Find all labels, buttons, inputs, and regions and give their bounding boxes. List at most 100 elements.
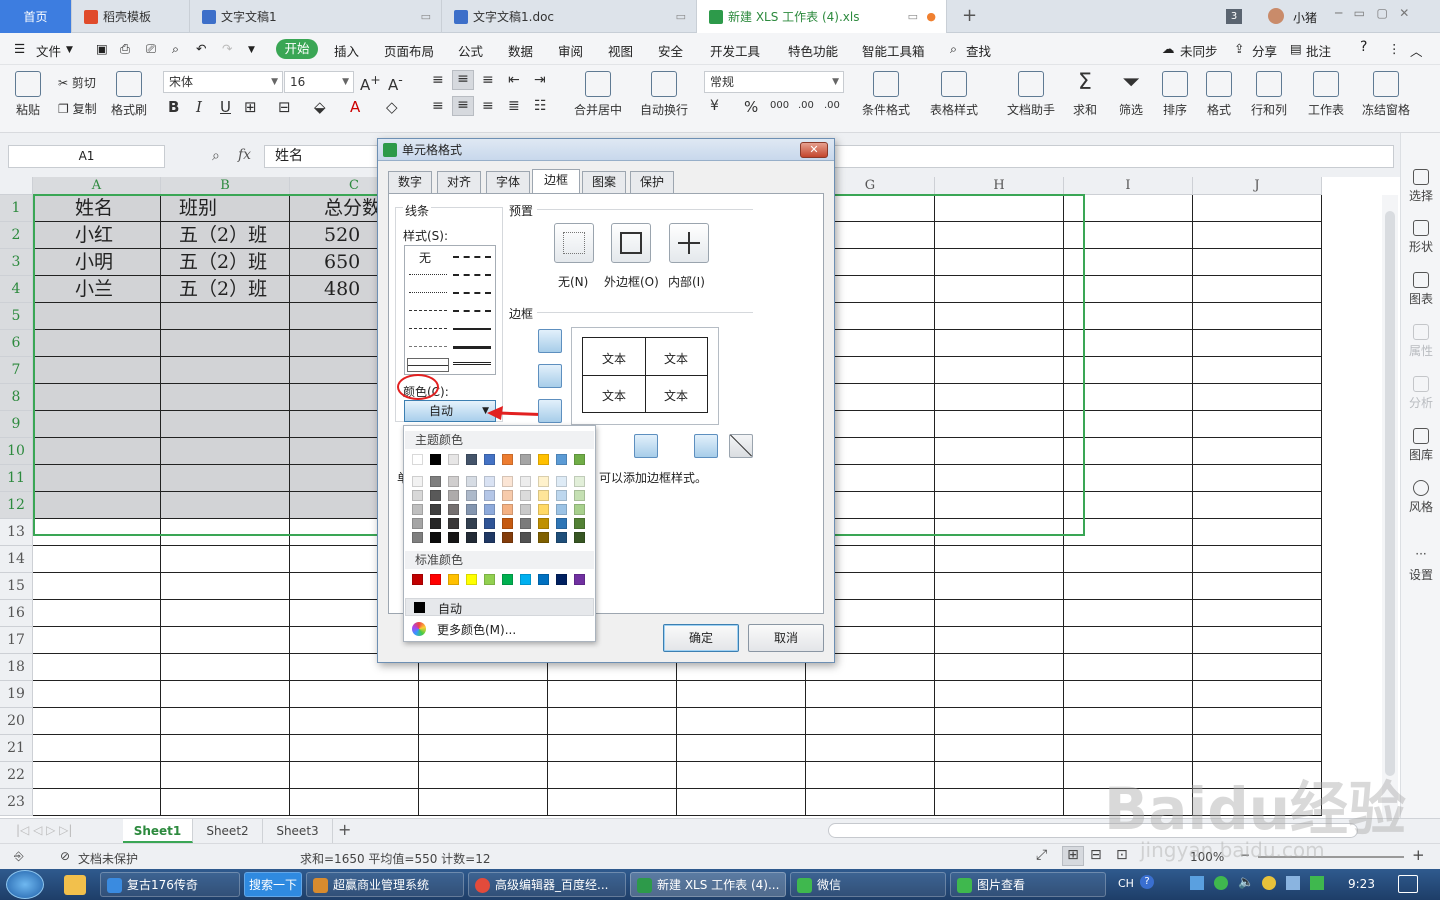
taskbar-item-mgmt[interactable]: 超赢商业管理系统 (306, 872, 464, 897)
cell-h11[interactable] (935, 465, 1064, 492)
cell-i3[interactable] (1064, 249, 1193, 276)
theme-shade-swatch[interactable] (484, 490, 495, 501)
worksheet-button[interactable]: 工作表 (1302, 71, 1350, 118)
cell-a21[interactable] (33, 735, 161, 762)
cell-j8[interactable] (1193, 384, 1322, 411)
theme-shade-swatch[interactable] (484, 476, 495, 487)
cell-b7[interactable] (161, 357, 290, 384)
theme-shade-swatch[interactable] (466, 504, 477, 515)
cell-j7[interactable] (1193, 357, 1322, 384)
cell-a2[interactable]: 小红 (33, 222, 161, 249)
window-count-badge[interactable]: 3 (1226, 9, 1242, 24)
theme-color-swatch[interactable] (520, 454, 531, 465)
menu-start[interactable]: 开始 (276, 39, 318, 59)
standard-color-swatch[interactable] (502, 574, 513, 585)
cell-h4[interactable] (935, 276, 1064, 303)
preset-inside-button[interactable] (669, 223, 709, 263)
cell-i12[interactable] (1064, 492, 1193, 519)
theme-color-swatch[interactable] (466, 454, 477, 465)
cell-i5[interactable] (1064, 303, 1193, 330)
cell-a8[interactable] (33, 384, 161, 411)
cell-h1[interactable] (935, 195, 1064, 222)
border-right-button[interactable] (694, 434, 718, 458)
cell-j20[interactable] (1193, 708, 1322, 735)
border-preview[interactable]: 文本 文本 文本 文本 (571, 327, 719, 425)
theme-shade-swatch[interactable] (574, 504, 585, 515)
cell-i10[interactable] (1064, 438, 1193, 465)
row-header-9[interactable]: 9 (0, 411, 33, 438)
cell-c22[interactable] (290, 762, 419, 789)
menu-hamburger-icon[interactable]: ☰ (14, 41, 25, 56)
cell-h12[interactable] (935, 492, 1064, 519)
save-icon[interactable]: ▣ (96, 41, 108, 56)
cell-b3[interactable]: 五（2）班 (161, 249, 290, 276)
tab-docer-templates[interactable]: 稻壳模板 (72, 0, 190, 33)
panel-properties[interactable]: 属性 (1401, 324, 1440, 359)
menu-developer[interactable]: 开发工具 (710, 41, 760, 60)
copy-button[interactable]: ❐ 复制 (58, 100, 97, 117)
theme-shade-swatch[interactable] (520, 532, 531, 543)
ok-button[interactable]: 确定 (663, 624, 739, 652)
preview-icon[interactable]: ⌕ (172, 41, 179, 57)
sheet-tab-1[interactable]: Sheet1 (123, 819, 193, 843)
user-name[interactable]: 小猪 (1293, 9, 1317, 26)
border-middle-button[interactable] (538, 364, 562, 388)
cell-i2[interactable] (1064, 222, 1193, 249)
theme-shade-swatch[interactable] (556, 518, 567, 529)
theme-shade-swatch[interactable] (520, 518, 531, 529)
cell-h7[interactable] (935, 357, 1064, 384)
cell-i16[interactable] (1064, 600, 1193, 627)
theme-shade-swatch[interactable] (574, 476, 585, 487)
row-header-4[interactable]: 4 (0, 276, 33, 303)
align-middle-icon[interactable]: ≡ (452, 70, 474, 90)
cell-j12[interactable] (1193, 492, 1322, 519)
cell-b16[interactable] (161, 600, 290, 627)
theme-shade-swatch[interactable] (466, 490, 477, 501)
zoom-formula-icon[interactable]: ⌕ (212, 148, 220, 164)
cell-h19[interactable] (935, 681, 1064, 708)
align-bottom-icon[interactable]: ≡ (482, 72, 494, 88)
cell-h22[interactable] (935, 762, 1064, 789)
cell-a5[interactable] (33, 303, 161, 330)
cell-i14[interactable] (1064, 546, 1193, 573)
cell-b2[interactable]: 五（2）班 (161, 222, 290, 249)
macro-icon[interactable]: ⎆ (14, 849, 24, 864)
font-select[interactable]: 宋体 ▼ (163, 71, 283, 93)
row-header-12[interactable]: 12 (0, 492, 33, 519)
column-header-j[interactable]: J (1193, 177, 1322, 195)
tab-doc1[interactable]: 文字文稿1 ▭ (190, 0, 442, 33)
cell-b11[interactable] (161, 465, 290, 492)
cell-e22[interactable] (548, 762, 677, 789)
select-all-corner[interactable] (0, 177, 33, 195)
cell-h21[interactable] (935, 735, 1064, 762)
cell-i8[interactable] (1064, 384, 1193, 411)
menu-features[interactable]: 特色功能 (788, 41, 838, 60)
theme-color-swatch[interactable] (556, 454, 567, 465)
theme-shade-swatch[interactable] (448, 504, 459, 515)
cell-g22[interactable] (806, 762, 935, 789)
menu-toolbox[interactable]: 智能工具箱 (862, 41, 925, 60)
tray-wechat-icon[interactable] (1214, 876, 1228, 890)
share-button[interactable]: 分享 (1252, 41, 1277, 60)
underline-button[interactable]: U (220, 98, 231, 116)
menu-page-layout[interactable]: 页面布局 (384, 41, 434, 60)
cell-i11[interactable] (1064, 465, 1193, 492)
theme-shade-swatch[interactable] (502, 490, 513, 501)
cell-e20[interactable] (548, 708, 677, 735)
cell-a17[interactable] (33, 627, 161, 654)
cell-a13[interactable] (33, 519, 161, 546)
cell-e19[interactable] (548, 681, 677, 708)
row-header-21[interactable]: 21 (0, 735, 33, 762)
line-style-dash-dot-dot[interactable] (409, 328, 447, 329)
tab-doc1-doc[interactable]: 文字文稿1.doc ▭ (442, 0, 697, 33)
cell-f21[interactable] (677, 735, 806, 762)
align-center-icon[interactable]: ≡ (452, 96, 474, 116)
theme-shade-swatch[interactable] (556, 504, 567, 515)
cell-a6[interactable] (33, 330, 161, 357)
preset-none-button[interactable] (554, 223, 594, 263)
indent-increase-icon[interactable]: ⇥ (534, 72, 546, 88)
cell-j21[interactable] (1193, 735, 1322, 762)
menu-view[interactable]: 视图 (608, 41, 633, 60)
theme-shade-swatch[interactable] (538, 504, 549, 515)
line-style-thin-selected[interactable] (407, 358, 449, 372)
